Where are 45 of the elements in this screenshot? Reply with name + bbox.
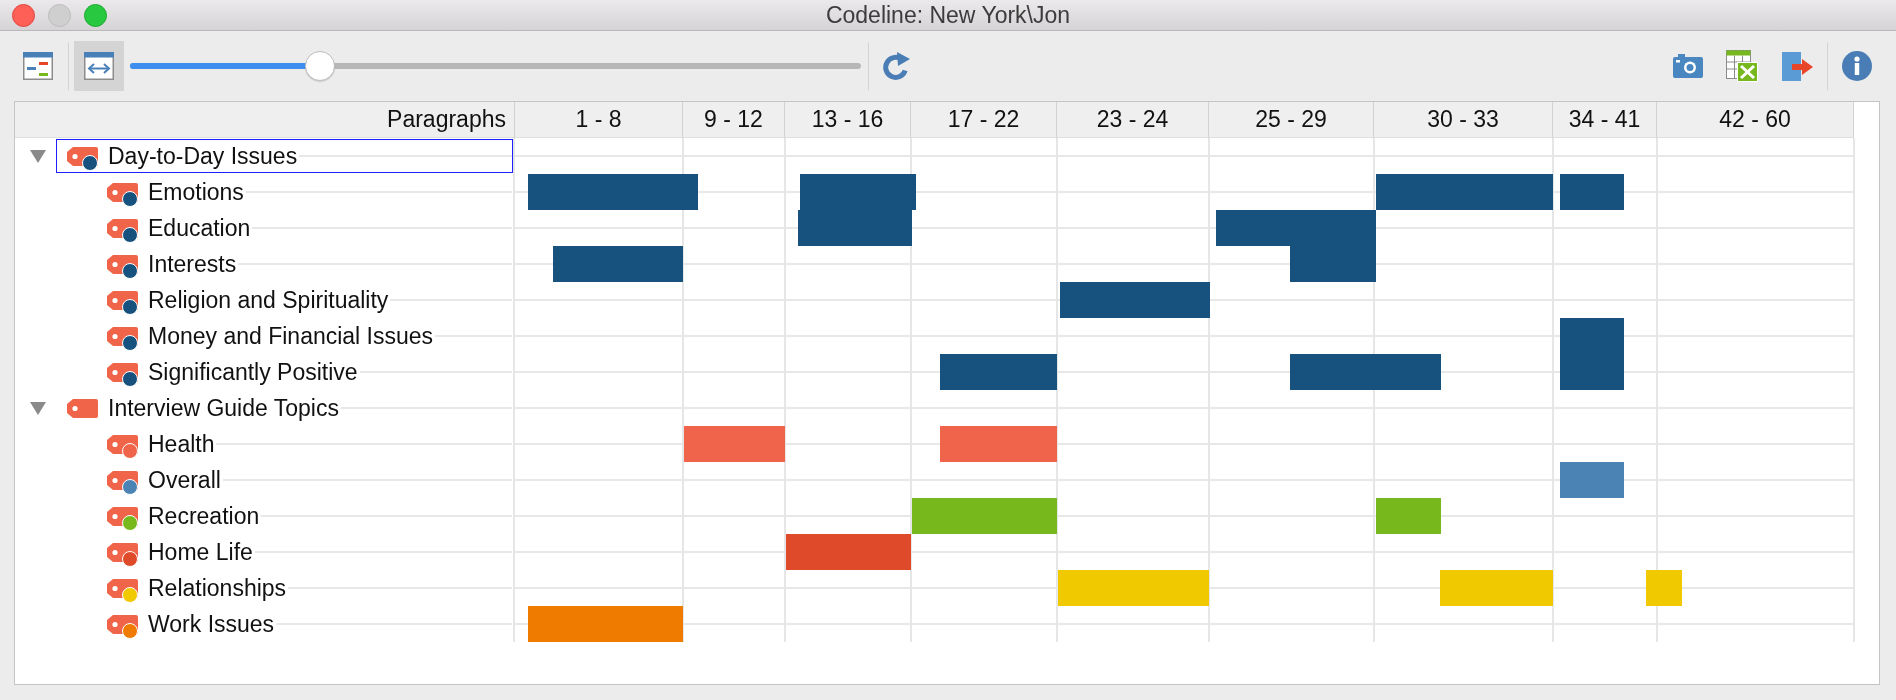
column-header: 17 - 22 xyxy=(911,102,1057,138)
layout-window-icon xyxy=(23,52,53,80)
code-item[interactable]: Relationships xyxy=(96,571,513,605)
fit-width-button[interactable] xyxy=(74,41,124,91)
close-button[interactable] xyxy=(12,3,35,27)
slider-thumb[interactable] xyxy=(305,51,336,81)
disclosure-triangle-icon[interactable] xyxy=(30,401,46,415)
disclosure-triangle-icon[interactable] xyxy=(30,149,46,163)
code-item[interactable]: Health xyxy=(96,427,513,461)
column-header: 23 - 24 xyxy=(1057,102,1209,138)
code-item[interactable]: Home Life xyxy=(96,535,513,569)
coded-segment-bar xyxy=(1560,318,1624,354)
code-item[interactable]: Day-to-Day Issues xyxy=(56,139,513,173)
zoom-slider[interactable] xyxy=(130,51,861,81)
code-item[interactable]: Interests xyxy=(96,247,513,281)
coded-segment-bar xyxy=(1376,498,1441,534)
coded-segment-bar xyxy=(1560,462,1624,498)
column-header: Paragraphs xyxy=(15,102,515,138)
document-arrow-icon xyxy=(1781,50,1813,82)
column-header: 25 - 29 xyxy=(1209,102,1374,138)
column-header: 1 - 8 xyxy=(515,102,683,138)
code-item[interactable]: Emotions xyxy=(96,175,513,209)
code-item[interactable]: Religion and Spirituality xyxy=(96,283,513,317)
code-item[interactable]: Significantly Positive xyxy=(96,355,513,389)
code-item[interactable]: Overall xyxy=(96,463,513,497)
coded-segment-bar xyxy=(1646,570,1682,606)
coded-segment-bar xyxy=(1560,354,1624,390)
column-header: 9 - 12 xyxy=(683,102,785,138)
info-icon xyxy=(1842,51,1872,81)
column-header: 30 - 33 xyxy=(1374,102,1553,138)
tag-icon xyxy=(67,398,98,418)
code-item[interactable]: Money and Financial Issues xyxy=(96,319,513,353)
coded-segment-bar xyxy=(1560,174,1624,210)
column-header: 13 - 16 xyxy=(785,102,911,138)
spreadsheet-icon xyxy=(1726,50,1758,82)
camera-icon xyxy=(1673,54,1703,78)
column-header: 42 - 60 xyxy=(1657,102,1854,138)
column-header: 34 - 41 xyxy=(1553,102,1657,138)
window-title: Codeline: New York\Jon xyxy=(825,1,1071,29)
code-item[interactable]: Work Issues xyxy=(96,607,513,641)
zoom-button[interactable] xyxy=(84,3,107,27)
code-item[interactable]: Education xyxy=(96,211,513,245)
code-item[interactable]: Recreation xyxy=(96,499,513,533)
window-arrows-icon xyxy=(84,52,114,80)
code-item[interactable]: Interview Guide Topics xyxy=(56,391,513,425)
